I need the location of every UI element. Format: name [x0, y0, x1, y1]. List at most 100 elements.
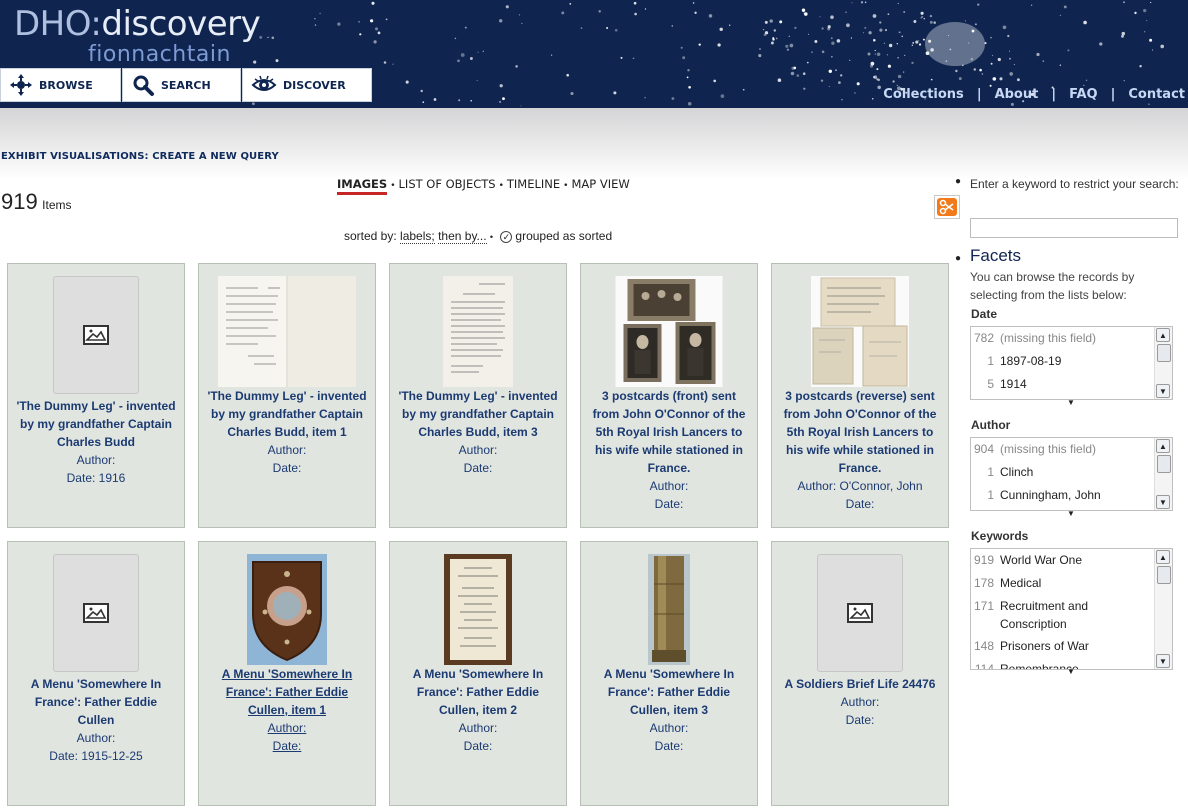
star — [788, 35, 790, 37]
item-title[interactable]: 'The Dummy Leg' - invented by my grandfa… — [398, 387, 558, 441]
item-card[interactable]: 3 postcards (reverse) sent from John O'C… — [771, 263, 949, 528]
item-title[interactable]: 'The Dummy Leg' - invented by my grandfa… — [207, 387, 367, 441]
item-card[interactable]: 3 postcards (front) sent from John O'Con… — [580, 263, 758, 528]
star — [454, 37, 457, 40]
item-thumbnail-shell-casing[interactable] — [648, 554, 690, 665]
star — [729, 24, 731, 26]
facet-row[interactable]: 148 Prisoners of War — [971, 637, 1155, 655]
item-title[interactable]: A Soldiers Brief Life 24476 — [780, 675, 940, 693]
facet-row[interactable]: 919 World War One — [971, 551, 1155, 569]
sort-labels-link[interactable]: labels; — [400, 229, 435, 244]
expand-caret-icon[interactable]: ▼ — [1067, 667, 1075, 676]
star — [1010, 102, 1014, 106]
item-author[interactable]: Author: — [207, 719, 367, 737]
scroll-down-icon[interactable]: ▼ — [1156, 495, 1170, 509]
item-card[interactable]: 'The Dummy Leg' - invented by my grandfa… — [7, 263, 185, 528]
star — [887, 64, 892, 68]
facet-scrollbar[interactable]: ▲ ▼ — [1154, 327, 1172, 399]
item-title[interactable]: 3 postcards (front) sent from John O'Con… — [589, 387, 749, 477]
facet-scrollbar[interactable]: ▲ ▼ — [1154, 438, 1172, 510]
star — [713, 79, 717, 83]
item-thumbnail-postcards[interactable] — [615, 276, 723, 387]
item-thumbnail-letter[interactable] — [443, 276, 513, 387]
view-tab-map[interactable]: MAP VIEW — [571, 177, 629, 191]
item-date[interactable]: Date: — [207, 737, 367, 755]
facet-row[interactable]: 1 Cunningham, John — [971, 486, 1155, 504]
star — [498, 100, 502, 104]
item-card[interactable]: 'The Dummy Leg' - invented by my grandfa… — [198, 263, 376, 528]
item-card[interactable]: A Menu 'Somewhere In France': Father Edd… — [389, 541, 567, 806]
nav-link-faq[interactable]: FAQ — [1069, 87, 1098, 102]
star — [267, 36, 269, 39]
item-card[interactable]: A Menu 'Somewhere In France': Father Edd… — [198, 541, 376, 806]
item-title[interactable]: 'The Dummy Leg' - invented by my grandfa… — [16, 397, 176, 451]
facet-row[interactable]: 5 1914 — [971, 375, 1155, 393]
page-title[interactable]: EXHIBIT VISUALISATIONS: CREATE A NEW QUE… — [1, 151, 279, 162]
star — [827, 25, 831, 29]
item-title[interactable]: A Menu 'Somewhere In France': Father Edd… — [207, 665, 367, 719]
view-tab-list[interactable]: LIST OF OBJECTS — [399, 177, 496, 191]
star — [464, 26, 467, 29]
scroll-up-icon[interactable]: ▲ — [1156, 439, 1170, 453]
keyword-input[interactable] — [970, 218, 1178, 238]
star — [392, 63, 394, 65]
facet-list-date[interactable]: 782 (missing this field) 1 1897-08-19 5 191… — [970, 326, 1173, 400]
item-card[interactable]: A Menu 'Somewhere In France': Father Edd… — [7, 541, 185, 806]
star — [856, 82, 860, 86]
facet-list-keywords[interactable]: 919 World War One 178 Medical 171 Recruitme… — [970, 548, 1173, 670]
nav-link-contact[interactable]: Contact — [1128, 87, 1185, 102]
item-card[interactable]: A Soldiers Brief Life 24476 Author: Date… — [771, 541, 949, 806]
sort-then-by-link[interactable]: then by... — [438, 229, 487, 244]
expand-caret-icon[interactable]: ▼ — [1067, 398, 1075, 407]
facet-list-author[interactable]: 904 (missing this field) 1 Clinch 1 Cunning… — [970, 437, 1173, 511]
item-title[interactable]: A Menu 'Somewhere In France': Father Edd… — [589, 665, 749, 719]
site-logo[interactable]: DHO:discovery fionnachtain — [14, 6, 261, 67]
item-thumbnail-shield-plaque[interactable] — [247, 554, 327, 665]
item-title[interactable]: A Menu 'Somewhere In France': Father Edd… — [16, 675, 176, 729]
star — [1042, 60, 1045, 63]
view-tab-images[interactable]: IMAGES — [337, 177, 388, 195]
item-card[interactable]: A Menu 'Somewhere In France': Father Edd… — [580, 541, 758, 806]
item-title[interactable]: A Menu 'Somewhere In France': Father Edd… — [398, 665, 558, 719]
item-thumbnail-menu[interactable] — [444, 554, 512, 665]
nav-link-collections[interactable]: Collections — [883, 87, 964, 102]
item-thumbnail-placeholder[interactable] — [53, 554, 139, 672]
scroll-down-icon[interactable]: ▼ — [1156, 384, 1170, 398]
facet-row[interactable]: 904 (missing this field) — [971, 440, 1155, 458]
star — [505, 5, 509, 9]
facet-row[interactable]: 1 Clinch — [971, 463, 1155, 481]
scroll-down-icon[interactable]: ▼ — [1156, 654, 1170, 668]
facet-row[interactable]: 782 (missing this field) — [971, 329, 1155, 347]
scroll-up-icon[interactable]: ▲ — [1156, 550, 1170, 564]
discover-button[interactable]: DISCOVER — [242, 68, 372, 102]
item-thumbnail-placeholder[interactable] — [53, 276, 139, 394]
view-tab-timeline[interactable]: TIMELINE — [507, 177, 560, 191]
nav-link-about[interactable]: About — [995, 87, 1039, 102]
facet-scrollbar[interactable]: ▲ ▼ — [1154, 549, 1172, 669]
facet-row[interactable]: 171 Recruitment and Conscription — [971, 597, 1155, 633]
scroll-up-icon[interactable]: ▲ — [1156, 328, 1170, 342]
star — [758, 54, 762, 58]
star — [1083, 84, 1085, 86]
star — [964, 20, 967, 22]
facet-row[interactable]: 114 Remembrance — [971, 660, 1155, 669]
item-title[interactable]: 3 postcards (reverse) sent from John O'C… — [780, 387, 940, 477]
item-thumbnail-postcards[interactable] — [811, 276, 909, 387]
export-button[interactable] — [934, 195, 960, 219]
browse-label: BROWSE — [39, 78, 93, 92]
scroll-thumb[interactable] — [1157, 566, 1171, 584]
star — [314, 24, 317, 26]
facet-row[interactable]: 178 Medical — [971, 574, 1155, 592]
browse-button[interactable]: BROWSE — [0, 68, 121, 102]
expand-caret-icon[interactable]: ▼ — [1067, 509, 1075, 518]
search-button[interactable]: SEARCH — [122, 68, 241, 102]
star — [692, 2, 695, 4]
scroll-thumb[interactable] — [1157, 344, 1171, 362]
item-thumbnail-letter[interactable] — [218, 276, 356, 387]
facet-row[interactable]: 1 1897-08-19 — [971, 352, 1155, 370]
scroll-thumb[interactable] — [1157, 455, 1171, 473]
item-author: Author: — [649, 479, 689, 493]
item-thumbnail-placeholder[interactable] — [817, 554, 903, 672]
item-card[interactable]: 'The Dummy Leg' - invented by my grandfa… — [389, 263, 567, 528]
grouped-checkbox[interactable]: ✓ — [500, 231, 513, 243]
